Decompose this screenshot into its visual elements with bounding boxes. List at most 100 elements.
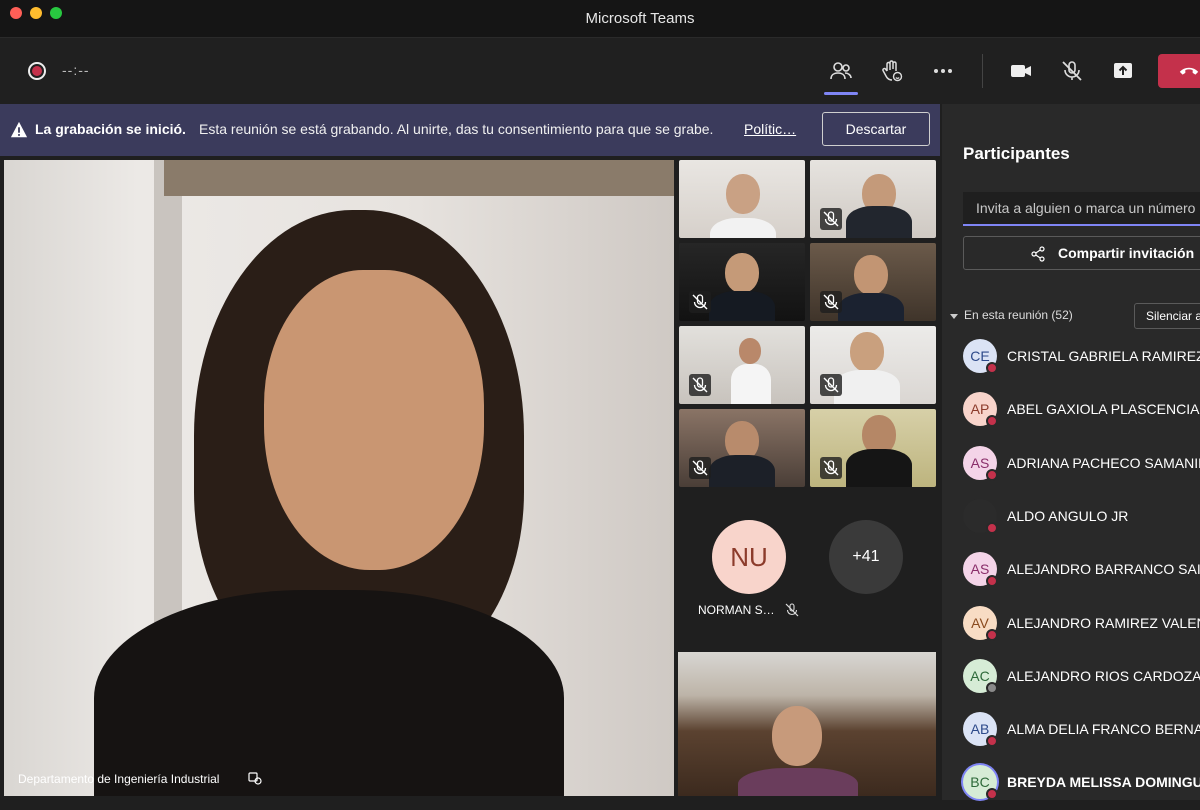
privacy-policy-link[interactable]: Polític… <box>744 121 796 137</box>
participant-torso <box>738 768 858 796</box>
participant-video-tile[interactable] <box>810 326 936 404</box>
main-speaker-video[interactable]: Departamento de Ingeniería Industrial <box>4 160 674 796</box>
share-screen-button[interactable] <box>1108 56 1138 86</box>
presence-status-icon <box>986 415 998 428</box>
mic-off-icon <box>692 460 708 476</box>
main-speaker-name: Departamento de Ingeniería Industrial <box>18 772 220 786</box>
participant-torso <box>838 293 904 321</box>
presence-status-icon <box>986 628 998 641</box>
participant-row[interactable]: AS ALEJANDRO BARRANCO SAINZ <box>942 544 1200 597</box>
mic-off-icon <box>823 460 839 476</box>
muted-indicator <box>689 291 711 313</box>
more-participants-button[interactable]: +41 <box>829 520 903 594</box>
recording-time: --:-- <box>62 62 90 78</box>
mute-all-button[interactable]: Silenciar a todos <box>1134 303 1200 329</box>
raise-hand-icon <box>882 60 903 82</box>
muted-indicator <box>820 374 842 396</box>
chevron-down-icon[interactable] <box>950 312 958 320</box>
people-button[interactable] <box>826 56 856 86</box>
camera-icon <box>1011 65 1031 77</box>
presence-status-icon <box>986 681 998 694</box>
mic-off-icon <box>823 211 839 227</box>
in-meeting-section-label[interactable]: En esta reunión (52) <box>964 308 1073 322</box>
participant-row[interactable]: ASADRIANA PACHECO SAMANIEGO <box>942 438 1200 491</box>
meeting-toolbar: --:-- <box>0 38 1200 104</box>
share-icon <box>1031 246 1045 262</box>
title-bar: Microsoft Teams <box>0 0 1200 38</box>
mic-off-icon <box>1062 61 1082 81</box>
participant-video-tile[interactable] <box>679 326 805 404</box>
participant-head <box>725 253 759 293</box>
participant-name: ALDO ANGULO JR <box>1007 507 1129 524</box>
mic-off-icon <box>823 294 839 310</box>
background-ceiling <box>164 160 674 196</box>
participant-video-tile[interactable] <box>810 243 936 321</box>
participant-video-tile[interactable] <box>679 409 805 487</box>
participant-torso <box>709 455 775 487</box>
participant-name: NORMAN S… <box>698 603 775 617</box>
mic-off-icon <box>692 294 708 310</box>
participant-head <box>772 706 822 766</box>
camera-button[interactable] <box>1006 56 1036 86</box>
presence-status-icon <box>986 521 998 534</box>
participant-avatar[interactable]: NU <box>712 520 786 594</box>
participant-video-tile[interactable] <box>678 652 936 796</box>
microphone-button[interactable] <box>1057 56 1087 86</box>
participant-head <box>850 332 884 372</box>
muted-indicator <box>689 457 711 479</box>
share-invitation-button[interactable]: Compartir invitación <box>963 236 1200 270</box>
invite-input[interactable] <box>963 192 1200 226</box>
presence-status-icon <box>986 735 998 748</box>
recording-banner: La grabación se inició. Esta reunión se … <box>0 104 940 156</box>
warning-icon <box>10 121 28 138</box>
participant-video-tile[interactable] <box>810 160 936 238</box>
participant-video-tile[interactable] <box>679 243 805 321</box>
hang-up-button[interactable] <box>1158 54 1200 88</box>
toolbar-separator <box>982 54 983 88</box>
muted-indicator <box>820 457 842 479</box>
participant-name: ALEJANDRO BARRANCO SAINZ <box>1007 561 1200 578</box>
hang-up-icon <box>1179 67 1199 75</box>
participant-row[interactable]: AVALEJANDRO RAMIREZ VALENZUELA <box>942 598 1200 651</box>
participant-row[interactable]: AP ABEL GAXIOLA PLASCENCIA <box>942 384 1200 437</box>
mic-off-icon <box>692 377 708 393</box>
banner-message: Esta reunión se está grabando. Al unirte… <box>199 121 714 137</box>
share-screen-icon <box>1114 63 1132 78</box>
muted-indicator <box>820 208 842 230</box>
participant-name: ABEL GAXIOLA PLASCENCIA <box>1007 401 1200 418</box>
participant-name: ALEJANDRO RIOS CARDOZA <box>1007 667 1200 684</box>
participant-torso <box>846 206 912 238</box>
people-icon <box>830 62 852 80</box>
participants-panel: Participantes Compartir invitación En es… <box>942 104 1200 801</box>
raise-hand-button[interactable] <box>877 56 907 86</box>
participant-name: ALMA DELIA FRANCO BERNAL <box>1007 721 1200 738</box>
participant-name: BREYDA MELISSA DOMINGUEZ <box>1007 774 1200 791</box>
participant-name: ADRIANA PACHECO SAMANIEGO <box>1007 454 1200 471</box>
muted-indicator <box>820 291 842 313</box>
more-options-icon <box>934 69 952 73</box>
participant-head <box>854 255 888 295</box>
participant-name: CRISTAL GABRIELA RAMIREZ <box>1007 348 1200 364</box>
presence-status-icon <box>986 788 998 801</box>
speaker-body <box>94 590 564 796</box>
participant-head <box>726 174 760 214</box>
presence-status-icon <box>986 575 998 588</box>
share-invitation-label: Compartir invitación <box>1058 245 1195 261</box>
participant-video-tile[interactable] <box>810 409 936 487</box>
banner-title: La grabación se inició. <box>35 121 186 137</box>
participant-torso <box>710 218 776 238</box>
more-options-button[interactable] <box>928 56 958 86</box>
participant-name: ALEJANDRO RAMIREZ VALENZUELA <box>1007 614 1200 631</box>
participant-row[interactable]: AB ALMA DELIA FRANCO BERNAL <box>942 704 1200 757</box>
participant-row[interactable]: ALDO ANGULO JR <box>942 491 1200 544</box>
presence-status-icon <box>986 468 998 481</box>
participant-video-tile[interactable] <box>679 160 805 238</box>
participant-row[interactable]: BC BREYDA MELISSA DOMINGUEZ <box>942 757 1200 810</box>
window-title: Microsoft Teams <box>585 10 695 27</box>
participant-row[interactable]: AC ALEJANDRO RIOS CARDOZA <box>942 651 1200 704</box>
participant-torso <box>731 364 771 404</box>
participant-head <box>739 338 761 364</box>
participant-row[interactable]: CE CRISTAL GABRIELA RAMIREZ <box>942 331 1200 384</box>
dismiss-button[interactable]: Descartar <box>822 112 930 146</box>
participant-torso <box>846 449 912 487</box>
